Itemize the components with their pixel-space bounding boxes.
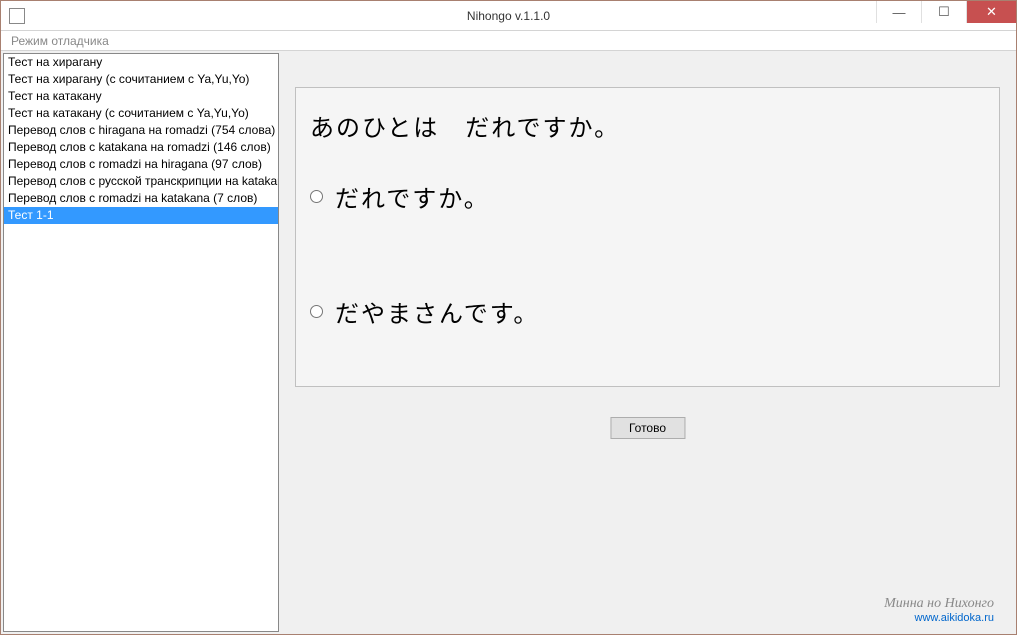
app-icon xyxy=(9,8,25,24)
app-window: Nihongo v.1.1.0 — ☐ ✕ Режим отладчика Те… xyxy=(0,0,1017,635)
sidebar-item-8[interactable]: Перевод слов с romadzi на katakana (7 сл… xyxy=(4,190,278,207)
question-text: あのひとは だれですか。 xyxy=(310,108,985,143)
answer-radio-1[interactable] xyxy=(310,305,323,318)
footer-link[interactable]: www.aikidoka.ru xyxy=(884,612,994,624)
answer-radio-0[interactable] xyxy=(310,190,323,203)
titlebar: Nihongo v.1.1.0 — ☐ ✕ xyxy=(1,1,1016,31)
footer-title: Минна но Нихонго xyxy=(884,596,994,612)
main-panel: あのひとは だれですか。 だれですか。 だやまさんです。 Готово Минн… xyxy=(279,51,1016,634)
submit-button[interactable]: Готово xyxy=(610,417,685,439)
answer-text-0: だれですか。 xyxy=(335,179,490,214)
close-button[interactable]: ✕ xyxy=(966,1,1016,23)
answer-text-1: だやまさんです。 xyxy=(335,294,539,329)
menu-debugger[interactable]: Режим отладчика xyxy=(5,32,115,50)
sidebar-item-7[interactable]: Перевод слов с русской транскрипции на k… xyxy=(4,173,278,190)
answer-option-0[interactable]: だれですか。 xyxy=(310,179,985,214)
question-panel: あのひとは だれですか。 だれですか。 だやまさんです。 xyxy=(295,87,1000,387)
window-controls: — ☐ ✕ xyxy=(876,1,1016,30)
sidebar-item-2[interactable]: Тест на катакану xyxy=(4,88,278,105)
maximize-button[interactable]: ☐ xyxy=(921,1,966,23)
window-title: Nihongo v.1.1.0 xyxy=(467,9,550,23)
sidebar-item-5[interactable]: Перевод слов с katakana на romadzi (146 … xyxy=(4,139,278,156)
sidebar-item-6[interactable]: Перевод слов с romadzi на hiragana (97 с… xyxy=(4,156,278,173)
answer-option-1[interactable]: だやまさんです。 xyxy=(310,294,985,329)
sidebar-item-4[interactable]: Перевод слов с hiragana на romadzi (754 … xyxy=(4,122,278,139)
sidebar-item-9[interactable]: Тест 1-1 xyxy=(4,207,278,224)
sidebar-item-0[interactable]: Тест на хирагану xyxy=(4,54,278,71)
content-area: Тест на хирагануТест на хирагану (с сочи… xyxy=(1,51,1016,634)
footer: Минна но Нихонго www.aikidoka.ru xyxy=(884,596,994,624)
menubar: Режим отладчика xyxy=(1,31,1016,51)
sidebar-item-3[interactable]: Тест на катакану (с сочитанием с Ya,Yu,Y… xyxy=(4,105,278,122)
test-list[interactable]: Тест на хирагануТест на хирагану (с сочи… xyxy=(3,53,279,632)
minimize-button[interactable]: — xyxy=(876,1,921,23)
sidebar-item-1[interactable]: Тест на хирагану (с сочитанием с Ya,Yu,Y… xyxy=(4,71,278,88)
